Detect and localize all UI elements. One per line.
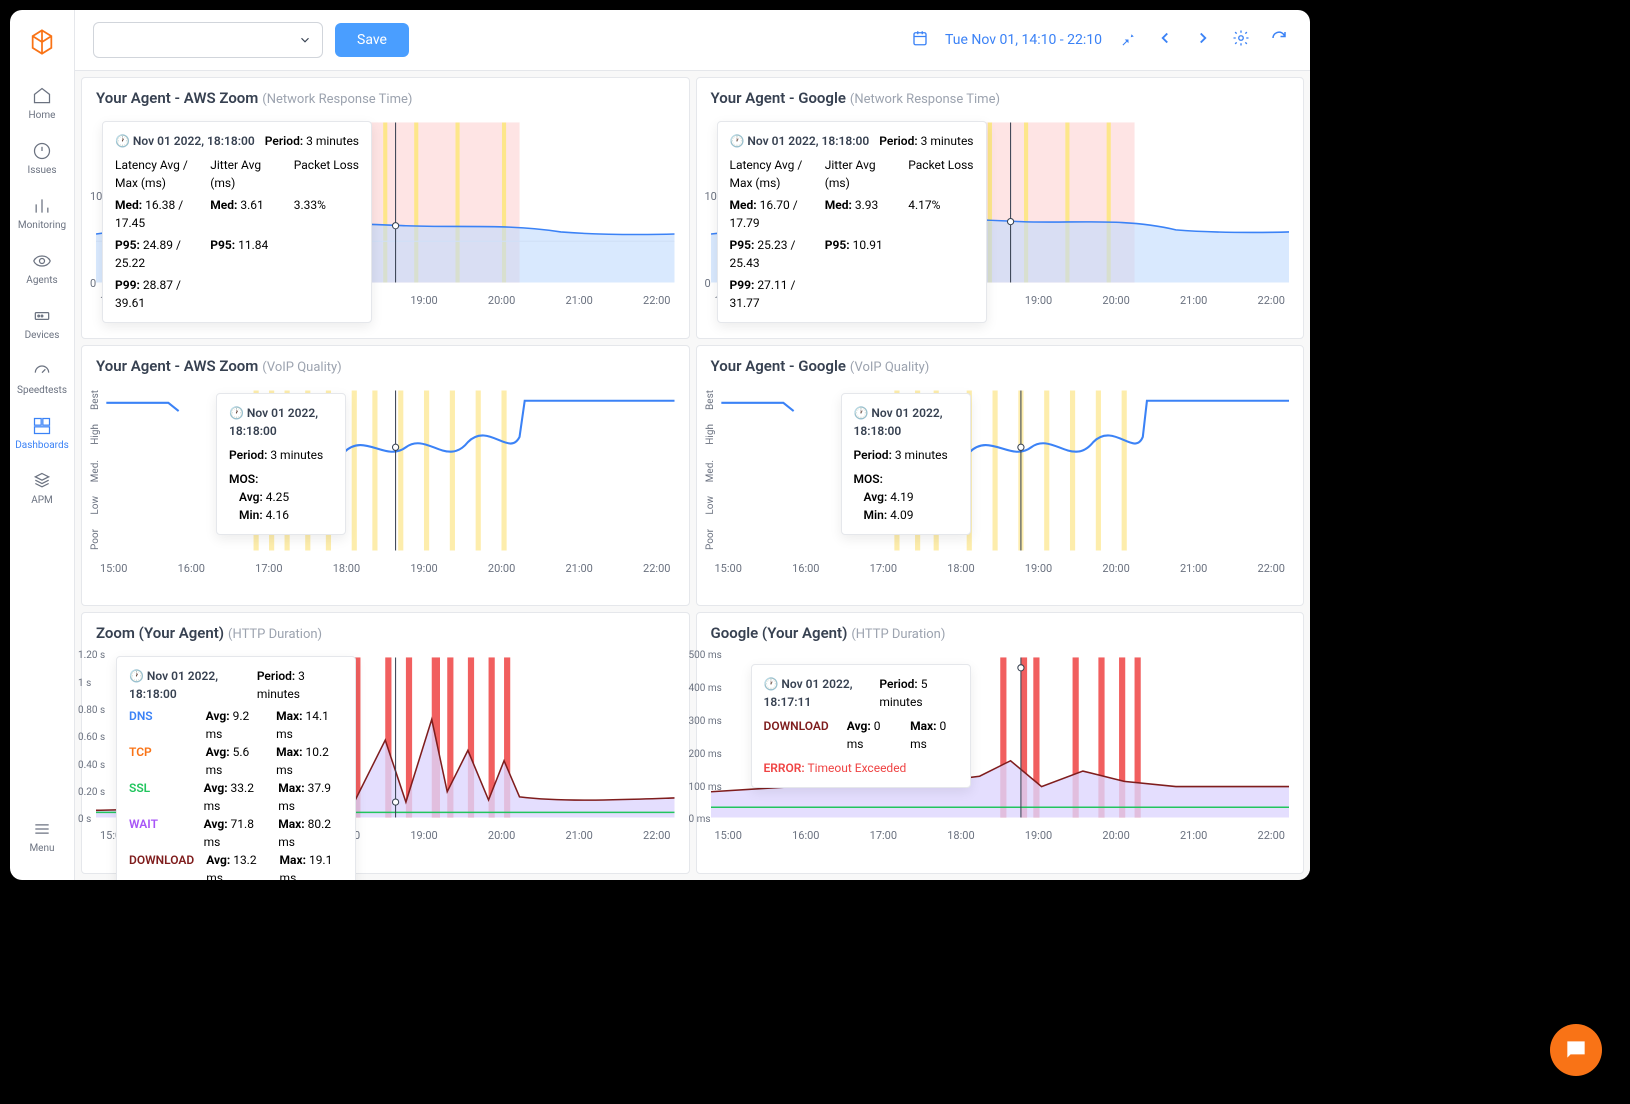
tooltip-network: 🕐 Nov 01 2022, 18:18:00Period: 3 minutes…	[717, 121, 987, 323]
topbar: Save Tue Nov 01, 14:10 - 22:10	[75, 10, 1310, 71]
tooltip-http: 🕐 Nov 01 2022, 18:18:00Period: 3 minutes…	[116, 656, 356, 880]
panel-aws-zoom-network: Your Agent - AWS Zoom (Network Response …	[81, 77, 690, 339]
sidebar-item-label: Issues	[27, 165, 56, 176]
chart-http-zoom[interactable]: 1.20 s1 s0.80 s0.60 s0.40 s0.20 s0 s 🕐 N…	[96, 650, 675, 825]
sidebar-item-speedtests[interactable]: Speedtests	[10, 351, 74, 406]
gear-icon[interactable]	[1228, 25, 1254, 55]
dashboard-select[interactable]	[93, 22, 323, 58]
calendar-icon[interactable]	[907, 25, 933, 55]
sidebar-item-label: APM	[31, 495, 53, 506]
main-content: Save Tue Nov 01, 14:10 - 22:10 Your Agen…	[75, 10, 1310, 880]
tooltip-voip: 🕐 Nov 01 2022, 18:18:00 Period: 3 minute…	[841, 393, 971, 535]
chevron-down-icon	[298, 33, 312, 47]
panel-subtitle: (Network Response Time)	[262, 92, 412, 107]
panel-google-voip: Your Agent - Google (VoIP Quality) BestH…	[696, 345, 1305, 607]
panel-title: Google (Your Agent)	[711, 624, 848, 642]
tooltip-http: 🕐 Nov 01 2022, 18:17:11Period: 5 minutes…	[751, 664, 971, 788]
tooltip-voip: 🕐 Nov 01 2022, 18:18:00 Period: 3 minute…	[216, 393, 346, 535]
panel-subtitle: (HTTP Duration)	[851, 627, 945, 642]
panel-title: Your Agent - AWS Zoom	[96, 357, 258, 375]
panel-title: Your Agent - Google	[711, 89, 846, 107]
sidebar: Home Issues Monitoring Agents Devices Sp…	[10, 10, 75, 880]
panel-title: Your Agent - AWS Zoom	[96, 89, 258, 107]
date-range[interactable]: Tue Nov 01, 14:10 - 22:10	[945, 32, 1102, 48]
chart-svg	[96, 383, 675, 558]
panel-title: Your Agent - Google	[711, 357, 846, 375]
panel-aws-zoom-voip: Your Agent - AWS Zoom (VoIP Quality) Bes…	[81, 345, 690, 607]
next-button[interactable]	[1190, 25, 1216, 55]
panel-subtitle: (VoIP Quality)	[850, 360, 929, 375]
sidebar-item-devices[interactable]: Devices	[10, 296, 74, 351]
chart-svg	[711, 383, 1290, 558]
chart-network-aws[interactable]: 100 🕐 Nov 01 2022, 18:18:00Period: 3 min…	[96, 115, 675, 290]
panel-title: Zoom (Your Agent)	[96, 624, 224, 642]
panel-subtitle: (HTTP Duration)	[228, 627, 322, 642]
sidebar-item-agents[interactable]: Agents	[10, 241, 74, 296]
save-button[interactable]: Save	[335, 23, 409, 57]
sidebar-item-label: Dashboards	[15, 440, 69, 451]
sidebar-item-label: Agents	[26, 275, 57, 286]
chart-voip-google[interactable]: BestHighMed.LowPoor 🕐 Nov 01 2022, 18:18…	[711, 383, 1290, 558]
sidebar-item-label: Monitoring	[18, 220, 66, 231]
app-window: Home Issues Monitoring Agents Devices Sp…	[10, 10, 1310, 880]
sidebar-item-label: Home	[29, 110, 56, 121]
sidebar-item-menu[interactable]: Menu	[10, 809, 74, 864]
panel-google-http: Google (Your Agent) (HTTP Duration) 500 …	[696, 612, 1305, 874]
chart-voip-aws[interactable]: BestHighMed.LowPoor 🕐 Nov 01 2022, 18:18…	[96, 383, 675, 558]
panel-subtitle: (Network Response Time)	[850, 92, 1000, 107]
panel-zoom-http: Zoom (Your Agent) (HTTP Duration) 1.20 s…	[81, 612, 690, 874]
dashboard-grid: Your Agent - AWS Zoom (Network Response …	[75, 71, 1310, 880]
sidebar-item-label: Speedtests	[17, 385, 67, 396]
tooltip-network: 🕐 Nov 01 2022, 18:18:00Period: 3 minutes…	[102, 121, 372, 323]
sidebar-item-issues[interactable]: Issues	[10, 131, 74, 186]
refresh-icon[interactable]	[1266, 25, 1292, 55]
pin-icon[interactable]	[1114, 25, 1140, 55]
sidebar-item-dashboards[interactable]: Dashboards	[10, 406, 74, 461]
chart-network-google[interactable]: 100 🕐 Nov 01 2022, 18:18:00Period: 3 min…	[711, 115, 1290, 290]
panel-subtitle: (VoIP Quality)	[262, 360, 341, 375]
chart-http-google[interactable]: 500 ms400 ms300 ms200 ms100 ms0 ms 🕐 Nov…	[711, 650, 1290, 825]
sidebar-item-home[interactable]: Home	[10, 76, 74, 131]
panel-google-network: Your Agent - Google (Network Response Ti…	[696, 77, 1305, 339]
sidebar-item-apm[interactable]: APM	[10, 461, 74, 516]
sidebar-item-label: Menu	[29, 843, 54, 854]
sidebar-item-monitoring[interactable]: Monitoring	[10, 186, 74, 241]
logo-icon	[28, 28, 56, 56]
prev-button[interactable]	[1152, 25, 1178, 55]
sidebar-item-label: Devices	[25, 330, 60, 341]
